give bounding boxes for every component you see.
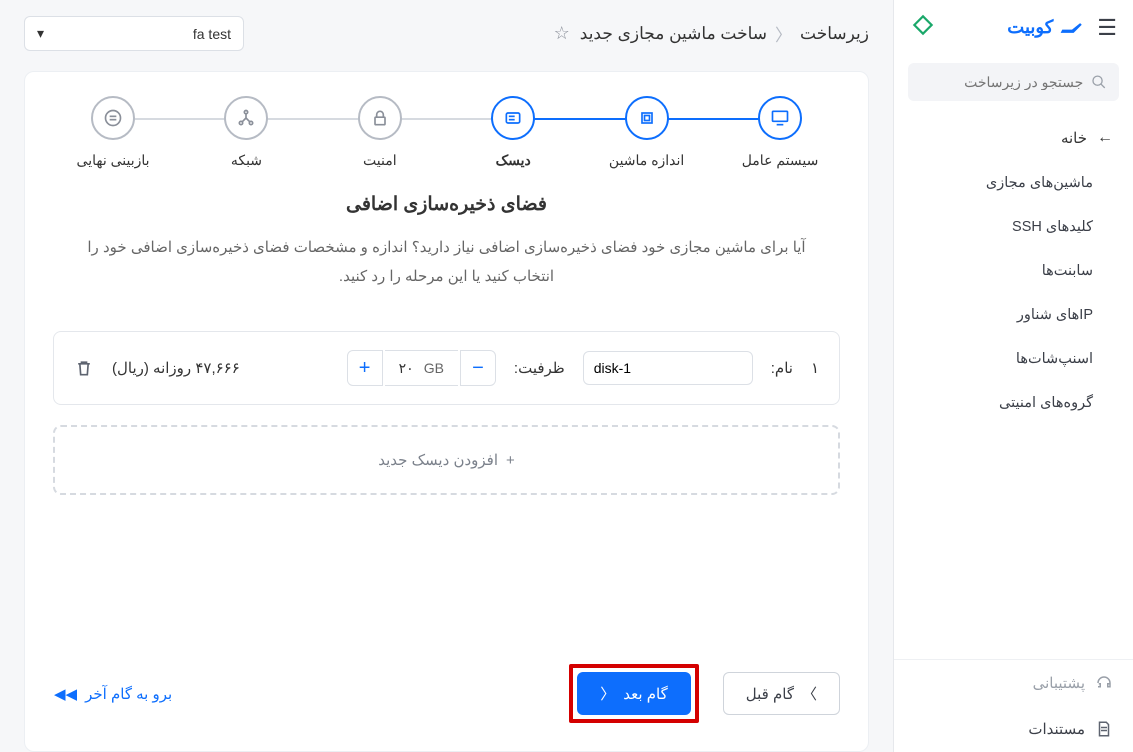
project-select[interactable]: fa test ▾ xyxy=(24,16,244,51)
disk-capacity-label: ظرفیت: xyxy=(514,359,565,377)
lock-icon xyxy=(370,108,390,128)
add-disk-button[interactable]: + افزودن دیسک جدید xyxy=(53,425,840,495)
stepper: سیستم عامل اندازه ماشین دیسک xyxy=(53,96,840,169)
cpu-icon xyxy=(637,108,657,128)
add-disk-label: افزودن دیسک جدید xyxy=(378,451,498,469)
disk-icon xyxy=(503,108,523,128)
capacity-decrease-button[interactable]: − xyxy=(460,350,496,386)
network-icon xyxy=(236,108,256,128)
double-chevron-left-icon: ◀◀ xyxy=(54,685,77,703)
step-security[interactable]: امنیت xyxy=(320,96,440,169)
nav: ← خانه ماشین‌های مجازی کلیدهای SSH سابنت… xyxy=(894,115,1133,659)
wizard-card: سیستم عامل اندازه ماشین دیسک xyxy=(24,71,869,752)
trash-icon[interactable] xyxy=(74,358,94,378)
search-icon xyxy=(1091,73,1107,91)
step-size[interactable]: اندازه ماشین xyxy=(587,96,707,169)
topbar: زیرساخت 〈 ساخت ماشین مجازی جدید ☆ fa tes… xyxy=(0,0,893,61)
caret-down-icon: ▾ xyxy=(37,25,44,42)
brand-secondary-icon xyxy=(910,12,936,43)
disk-name-input[interactable] xyxy=(583,351,753,385)
capacity-unit: GB xyxy=(424,360,444,376)
capacity-stepper: − GB ۲۰ + xyxy=(347,350,496,386)
arrow-left-icon: ← xyxy=(1097,129,1113,147)
step-network[interactable]: شبکه xyxy=(186,96,306,169)
nav-home[interactable]: ← خانه xyxy=(894,115,1133,161)
nav-security-groups[interactable]: گروه‌های امنیتی xyxy=(894,381,1133,425)
document-icon xyxy=(1095,720,1113,738)
goto-last-button[interactable]: برو به گام آخر ◀◀ xyxy=(53,674,173,714)
chevron-right-icon: 〉 xyxy=(802,683,817,704)
disk-name-label: نام: xyxy=(771,359,793,377)
review-icon xyxy=(103,108,123,128)
wizard-footer: 〉 گام قبل گام بعد 〈 برو به گام آخر ◀◀ xyxy=(53,640,840,727)
brand-logo[interactable]: کوبیت xyxy=(1007,17,1085,38)
step-os[interactable]: سیستم عامل xyxy=(720,96,840,169)
prev-button[interactable]: 〉 گام قبل xyxy=(723,672,840,715)
plus-icon: + xyxy=(506,452,515,469)
headset-icon xyxy=(1095,674,1113,692)
page-title: ساخت ماشین مجازی جدید xyxy=(580,24,767,44)
next-button[interactable]: گام بعد 〈 xyxy=(577,672,690,715)
chevron-left-icon: 〈 xyxy=(775,21,792,46)
chevron-left-icon: 〈 xyxy=(600,683,615,704)
nav-snapshots[interactable]: اسنپ‌شات‌ها xyxy=(894,337,1133,381)
project-select-value: fa test xyxy=(193,26,231,42)
brand-name: کوبیت xyxy=(1007,17,1053,38)
capacity-display: GB ۲۰ xyxy=(385,350,458,386)
step-disk[interactable]: دیسک xyxy=(453,96,573,169)
menu-icon[interactable]: ☰ xyxy=(1097,15,1117,41)
nav-vms[interactable]: ماشین‌های مجازی xyxy=(894,161,1133,205)
nav-ssh-keys[interactable]: کلیدهای SSH xyxy=(894,205,1133,249)
disk-price: ۴۷,۶۶۶ روزانه (ریال) xyxy=(112,359,240,377)
disk-row: ۱ نام: ظرفیت: − GB ۲۰ + ۴۷,۶۶۶ روزانه (ر… xyxy=(53,331,840,405)
search-input[interactable] xyxy=(920,74,1083,90)
sidebar: ☰ کوبیت ← خانه ماشین‌های مجازی کلیدهای S… xyxy=(893,0,1133,752)
main-content: زیرساخت 〈 ساخت ماشین مجازی جدید ☆ fa tes… xyxy=(0,0,893,752)
breadcrumb: زیرساخت 〈 ساخت ماشین مجازی جدید xyxy=(580,21,869,46)
nav-support[interactable]: پشتیبانی xyxy=(894,660,1133,706)
monitor-icon xyxy=(770,108,790,128)
highlight-annotation: گام بعد 〈 xyxy=(569,664,698,723)
nav-subnets[interactable]: سابنت‌ها xyxy=(894,249,1133,293)
favorite-star-icon[interactable]: ☆ xyxy=(554,23,570,44)
capacity-value: ۲۰ xyxy=(399,360,414,377)
breadcrumb-root[interactable]: زیرساخت xyxy=(800,24,869,44)
search-input-container[interactable] xyxy=(908,63,1119,101)
disk-index: ۱ xyxy=(811,359,819,377)
capacity-increase-button[interactable]: + xyxy=(347,350,383,386)
section-description: آیا برای ماشین مجازی خود فضای ذخیره‌سازی… xyxy=(87,234,807,291)
nav-floating-ips[interactable]: IPهای شناور xyxy=(894,293,1133,337)
sidebar-footer: پشتیبانی مستندات xyxy=(894,659,1133,752)
nav-home-label: خانه xyxy=(1061,129,1087,147)
step-review[interactable]: بازبینی نهایی xyxy=(53,96,173,169)
section-heading: فضای ذخیره‌سازی اضافی xyxy=(53,193,840,216)
nav-docs[interactable]: مستندات xyxy=(894,706,1133,752)
